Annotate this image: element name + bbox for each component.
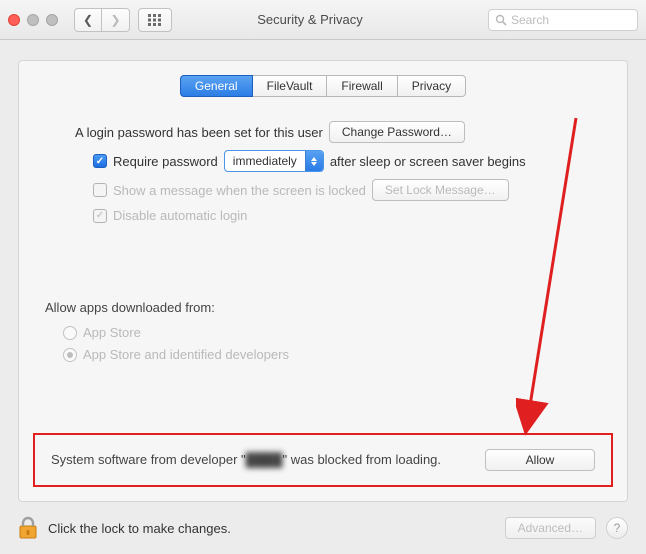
allow-identified-devs-label: App Store and identified developers — [83, 347, 289, 362]
show-lock-message-label: Show a message when the screen is locked — [113, 183, 366, 198]
minimize-window-button[interactable] — [27, 14, 39, 26]
help-button[interactable]: ? — [606, 517, 628, 539]
blocked-software-message: System software from developer "████" wa… — [51, 451, 465, 469]
require-password-label: Require password — [113, 154, 218, 169]
allow-app-store-radio[interactable] — [63, 326, 77, 340]
tab-general[interactable]: General — [180, 75, 253, 97]
require-password-checkbox[interactable] — [93, 154, 107, 168]
grid-icon — [148, 14, 162, 26]
blocked-developer-redacted: ████ — [246, 451, 283, 469]
blocked-prefix: System software from developer " — [51, 452, 246, 467]
search-icon — [495, 14, 507, 26]
lock-icon[interactable] — [18, 516, 38, 540]
window-titlebar: ❮ ❯ Security & Privacy Search — [0, 0, 646, 40]
close-window-button[interactable] — [8, 14, 20, 26]
show-lock-message-checkbox[interactable] — [93, 183, 107, 197]
require-password-delay-dropdown[interactable]: immediately — [224, 150, 324, 172]
set-lock-message-button[interactable]: Set Lock Message… — [372, 179, 509, 201]
require-password-delay-value: immediately — [225, 154, 305, 168]
footer: Click the lock to make changes. Advanced… — [18, 510, 628, 546]
change-password-button[interactable]: Change Password… — [329, 121, 465, 143]
allow-app-store-label: App Store — [83, 325, 141, 340]
login-password-label: A login password has been set for this u… — [75, 125, 323, 140]
tab-privacy[interactable]: Privacy — [398, 75, 466, 97]
chevron-right-icon: ❯ — [110, 13, 120, 27]
allow-button[interactable]: Allow — [485, 449, 595, 471]
tab-bar: General FileVault Firewall Privacy — [45, 75, 601, 97]
chevron-left-icon: ❮ — [83, 13, 93, 27]
back-button[interactable]: ❮ — [74, 8, 102, 32]
show-all-button[interactable] — [138, 8, 172, 32]
lock-hint-text: Click the lock to make changes. — [48, 521, 231, 536]
blocked-suffix: " was blocked from loading. — [282, 452, 441, 467]
updown-icon — [305, 151, 323, 171]
window-controls — [8, 14, 58, 26]
search-placeholder: Search — [511, 13, 549, 27]
blocked-software-notice: System software from developer "████" wa… — [33, 433, 613, 487]
disable-auto-login-label: Disable automatic login — [113, 208, 247, 223]
allow-apps-title: Allow apps downloaded from: — [45, 300, 601, 315]
window-title: Security & Privacy — [180, 12, 480, 27]
tab-filevault[interactable]: FileVault — [253, 75, 328, 97]
zoom-window-button[interactable] — [46, 14, 58, 26]
after-sleep-label: after sleep or screen saver begins — [330, 154, 526, 169]
forward-button[interactable]: ❯ — [102, 8, 130, 32]
preferences-panel: General FileVault Firewall Privacy A log… — [18, 60, 628, 502]
disable-auto-login-checkbox[interactable] — [93, 209, 107, 223]
tab-firewall[interactable]: Firewall — [327, 75, 397, 97]
search-field[interactable]: Search — [488, 9, 638, 31]
advanced-button[interactable]: Advanced… — [505, 517, 596, 539]
allow-identified-devs-radio[interactable] — [63, 348, 77, 362]
